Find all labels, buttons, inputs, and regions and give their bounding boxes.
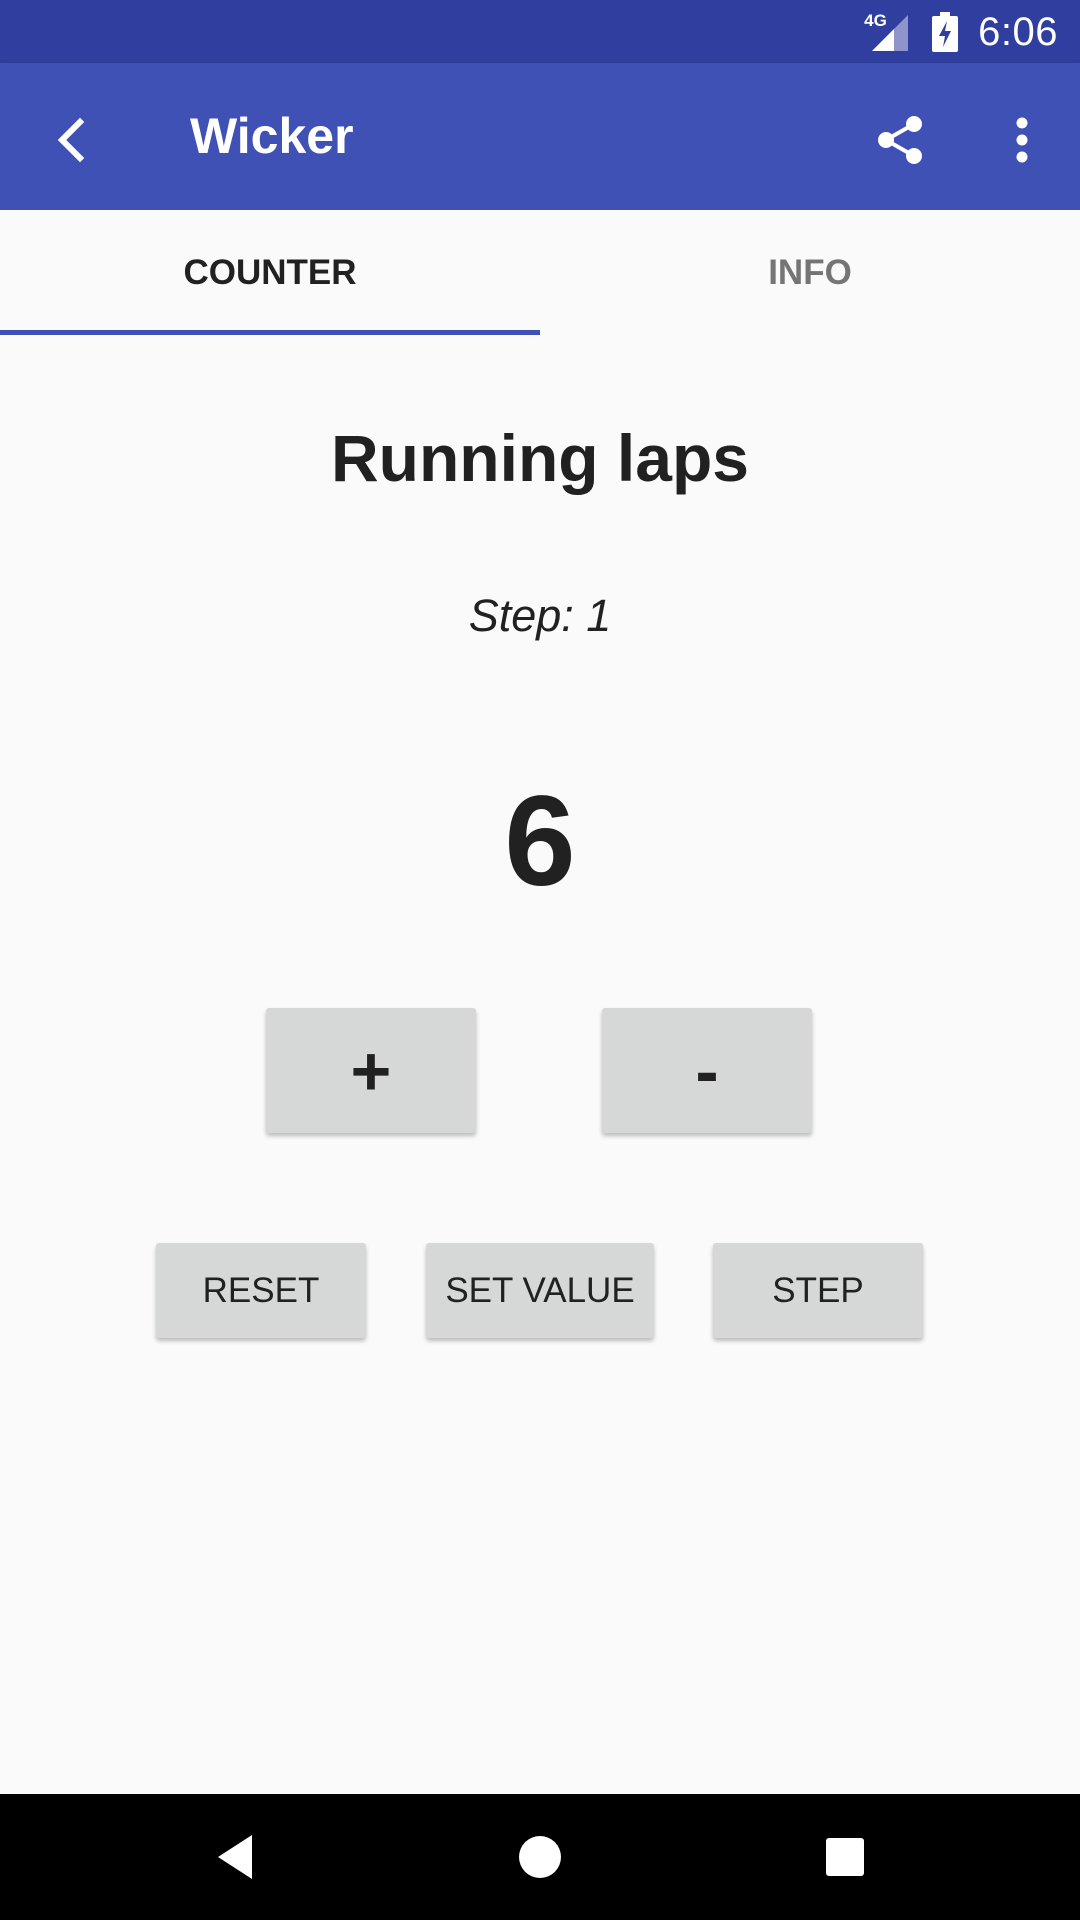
increment-button[interactable]: + [266, 1008, 476, 1133]
clock: 6:06 [978, 9, 1058, 54]
signal-icon: 4G [864, 11, 912, 53]
app-bar: Wicker [0, 63, 1080, 210]
nav-back-icon [218, 1835, 252, 1879]
tab-indicator [0, 330, 540, 335]
counter-value: 6 [504, 770, 576, 913]
more-vert-icon [1016, 117, 1028, 163]
battery-charging-icon [932, 12, 959, 52]
status-icons: 4G 6:06 [864, 8, 1058, 56]
reset-button[interactable]: RESET [156, 1243, 366, 1338]
arrow-back-icon [57, 117, 85, 163]
set-value-button[interactable]: SET VALUE [426, 1243, 654, 1338]
navigation-bar [0, 1794, 1080, 1920]
tab-counter[interactable]: COUNTER [0, 210, 540, 335]
step-button[interactable]: STEP [713, 1243, 923, 1338]
tab-bar: COUNTER INFO [0, 210, 1080, 335]
step-label: Step: 1 [468, 590, 612, 641]
share-button[interactable] [868, 108, 932, 172]
share-icon [878, 116, 922, 164]
status-bar: 4G 6:06 [0, 0, 1080, 63]
nav-recents-icon [826, 1838, 864, 1876]
nav-home-button[interactable] [500, 1817, 580, 1897]
more-options-button[interactable] [990, 108, 1054, 172]
tab-info[interactable]: INFO [540, 210, 1080, 335]
back-button[interactable] [40, 108, 104, 172]
app-title: Wicker [190, 108, 354, 164]
nav-back-button[interactable] [195, 1817, 275, 1897]
counter-name: Running laps [331, 421, 749, 495]
nav-home-icon [519, 1836, 561, 1878]
nav-recents-button[interactable] [805, 1817, 885, 1897]
decrement-button[interactable]: - [602, 1008, 812, 1133]
